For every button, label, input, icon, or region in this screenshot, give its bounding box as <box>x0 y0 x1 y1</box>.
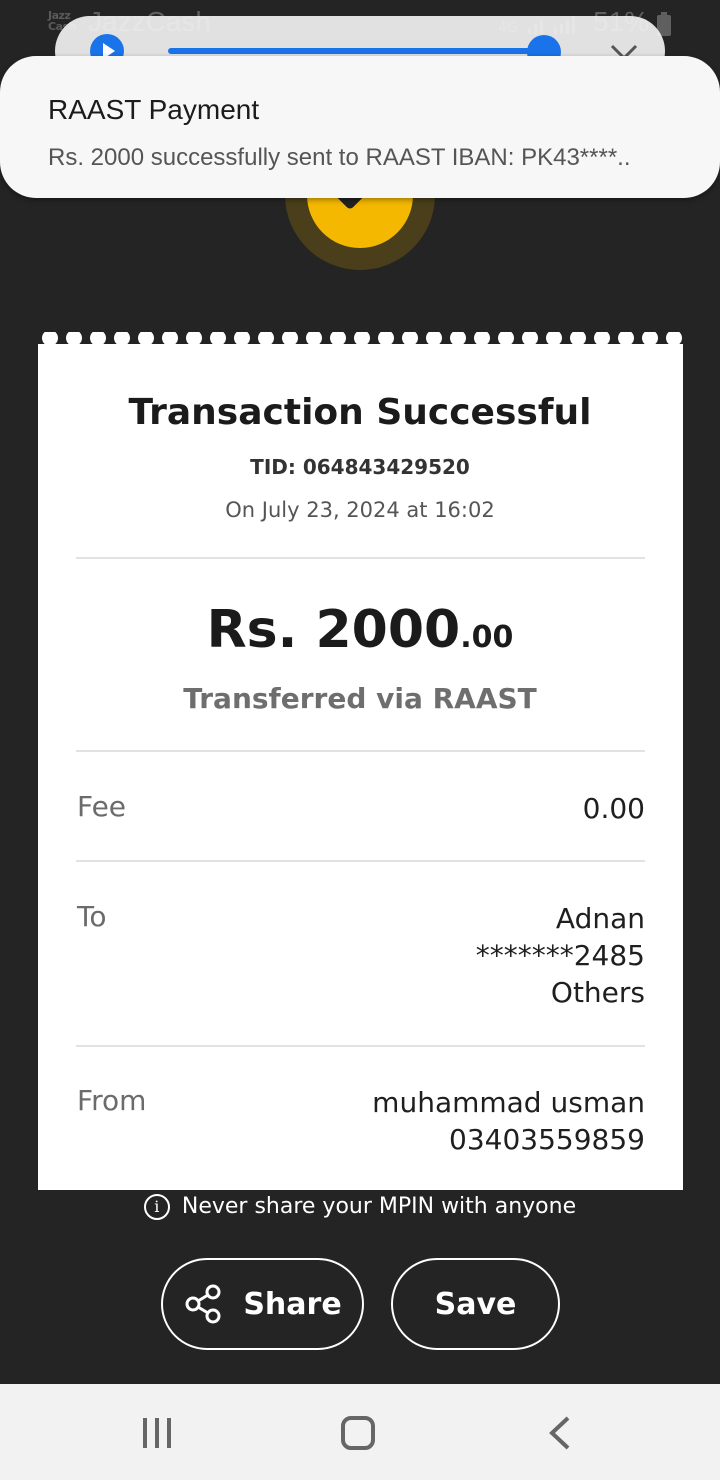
mpin-warning-text: Never share your MPIN with anyone <box>181 1194 577 1219</box>
share-icon <box>185 1284 221 1324</box>
home-icon[interactable] <box>341 1416 375 1450</box>
share-label: Share <box>243 1286 342 1322</box>
save-button[interactable]: Save <box>391 1258 560 1350</box>
recipient-account: *******2485 <box>475 939 645 972</box>
recipient-details: Adnan *******2485 Others <box>476 900 645 1011</box>
back-icon[interactable] <box>548 1416 572 1450</box>
from-label: From <box>77 1084 147 1117</box>
recent-apps-icon[interactable] <box>141 1418 173 1448</box>
fee-value: 0.00 <box>582 792 645 825</box>
transfer-amount: Rs. 2000.00 <box>0 600 720 660</box>
transaction-status-title: Transaction Successful <box>128 392 592 433</box>
recipient-name: Adnan <box>555 902 645 935</box>
transaction-id: TID: 064843429520 <box>250 455 470 479</box>
amount-value: Rs. 2000 <box>206 600 461 660</box>
sender-details: muhammad usman 03403559859 <box>372 1084 645 1158</box>
mpin-warning: i Never share your MPIN with anyone <box>0 1194 720 1220</box>
notification-body: Rs. 2000 successfully sent to RAAST IBAN… <box>48 144 631 171</box>
recipient-bank: Others <box>550 976 645 1009</box>
divider <box>76 557 645 559</box>
share-button[interactable]: Share <box>161 1258 364 1350</box>
divider <box>76 750 645 752</box>
info-icon: i <box>143 1194 170 1220</box>
transaction-date: On July 23, 2024 at 16:02 <box>225 498 495 522</box>
divider <box>76 860 645 862</box>
amount-cents: .00 <box>460 620 514 655</box>
sender-name: muhammad usman <box>372 1086 645 1119</box>
transfer-method: Transferred via RAAST <box>183 682 537 715</box>
raast-notification[interactable]: RAAST Payment Rs. 2000 successfully sent… <box>0 56 720 198</box>
divider <box>76 1045 645 1047</box>
notification-title: RAAST Payment <box>48 94 260 125</box>
save-label: Save <box>434 1286 517 1322</box>
to-label: To <box>77 900 107 933</box>
media-progress-bar[interactable] <box>168 48 560 54</box>
fee-label: Fee <box>77 790 127 823</box>
sender-number: 03403559859 <box>449 1123 645 1156</box>
